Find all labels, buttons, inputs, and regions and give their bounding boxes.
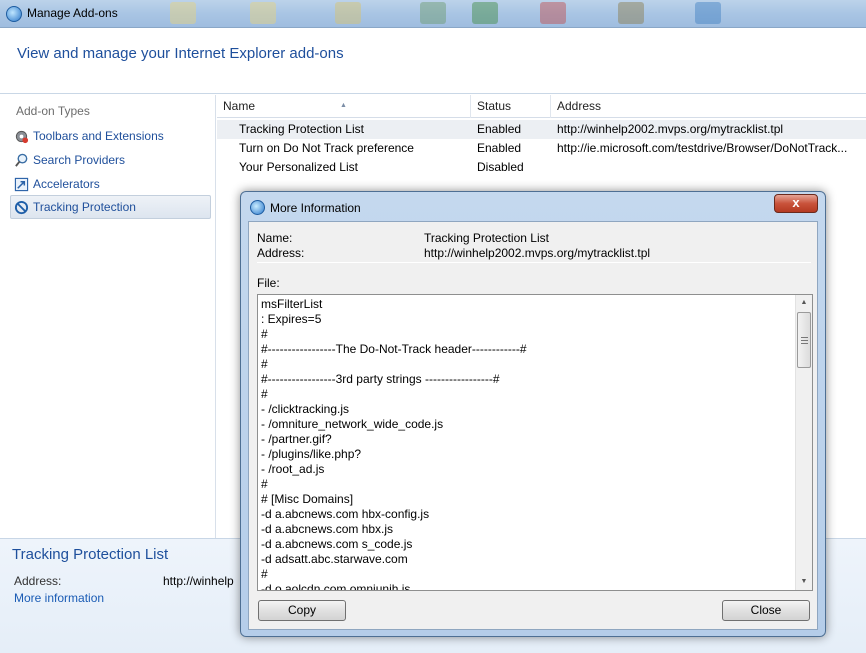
- sidebar-item-label: Toolbars and Extensions: [33, 129, 164, 143]
- sidebar-item-tracking-protection[interactable]: Tracking Protection: [10, 195, 211, 219]
- row-address: http://winhelp2002.mvps.org/mytracklist.…: [557, 122, 784, 136]
- dialog-title: More Information: [270, 201, 361, 215]
- file-line: - /omniture_network_wide_code.js: [261, 417, 444, 431]
- background-app-icon: [540, 2, 566, 24]
- magnifier-icon: [15, 153, 28, 167]
- row-name: Your Personalized List: [239, 160, 358, 174]
- file-line: -d a.abcnews.com hbx-config.js: [261, 507, 430, 521]
- ie-dialog-icon: [250, 200, 265, 215]
- address-label: Address:: [257, 246, 305, 260]
- row-name: Turn on Do Not Track preference: [239, 141, 414, 155]
- close-button[interactable]: Close: [722, 600, 810, 621]
- window-title-bar[interactable]: Manage Add-ons: [0, 0, 866, 28]
- file-contents-textbox[interactable]: msFilterList: Expires=5 # #---------------…: [257, 294, 813, 591]
- details-address-label: Address:: [14, 574, 62, 588]
- close-icon: x: [792, 195, 800, 210]
- table-row[interactable]: Tracking Protection List Enabled http://…: [217, 120, 866, 139]
- column-header-label: Address: [557, 99, 602, 113]
- file-line: # [Misc Domains]: [261, 492, 354, 506]
- background-folder-icon: [250, 2, 276, 24]
- sort-ascending-icon: ▲: [340, 102, 347, 109]
- sidebar-item-label: Accelerators: [33, 177, 100, 191]
- header-band: View and manage your Internet Explorer a…: [0, 28, 866, 94]
- dialog-body: Name: Tracking Protection List Address: …: [248, 221, 818, 630]
- file-line: -d adsatt.abc.starwave.com: [261, 552, 408, 566]
- file-contents-scrollbar[interactable]: ▲ ▼: [795, 295, 812, 590]
- column-header-address[interactable]: Address: [551, 95, 866, 118]
- more-information-dialog: More Information x Name: Tracking Protec…: [240, 191, 826, 637]
- column-header-label: Name: [223, 99, 256, 113]
- address-value: http://winhelp2002.mvps.org/mytracklist.…: [424, 246, 651, 260]
- file-line: #: [261, 357, 268, 371]
- column-header-label: Status: [477, 99, 512, 113]
- file-line: - /partner.gif?: [261, 432, 332, 446]
- file-line: - /root_ad.js: [261, 462, 325, 476]
- background-app-icon: [618, 2, 644, 24]
- file-line: msFilterList: [261, 297, 323, 311]
- background-app-icon: [695, 2, 721, 24]
- file-line: #-----------------The Do-Not-Track heade…: [261, 342, 527, 356]
- file-line: #: [261, 477, 268, 491]
- column-header-name[interactable]: Name ▲: [217, 95, 471, 118]
- window-title: Manage Add-ons: [27, 6, 118, 20]
- column-header-status[interactable]: Status: [471, 95, 551, 118]
- sidebar-item-toolbars[interactable]: Toolbars and Extensions: [10, 124, 211, 148]
- addon-types-sidebar: Add-on Types Toolbars and Extensions Sea…: [0, 95, 216, 538]
- page-title: View and manage your Internet Explorer a…: [17, 45, 344, 62]
- row-status: Enabled: [477, 141, 522, 155]
- sidebar-item-label: Search Providers: [33, 153, 126, 167]
- accelerator-icon: [14, 177, 29, 192]
- more-information-link[interactable]: More information: [14, 591, 104, 605]
- file-contents-text: msFilterList: Expires=5 # #---------------…: [258, 295, 796, 590]
- separator: [257, 262, 811, 263]
- details-address-value: http://winhelp: [163, 574, 234, 588]
- background-app-icon: [472, 2, 498, 24]
- sidebar-item-search-providers[interactable]: Search Providers: [10, 148, 211, 172]
- file-label: File:: [257, 276, 280, 290]
- background-folder-icon: [170, 2, 196, 24]
- background-app-icon: [420, 2, 446, 24]
- gear-icon: [15, 130, 29, 144]
- list-header: Name ▲ Status Address: [217, 95, 866, 118]
- file-line: #: [261, 327, 268, 341]
- scroll-grip: [801, 340, 808, 341]
- scroll-down-arrow-icon[interactable]: ▼: [796, 574, 812, 590]
- sidebar-item-accelerators[interactable]: Accelerators: [10, 172, 211, 196]
- row-address: http://ie.microsoft.com/testdrive/Browse…: [557, 141, 848, 155]
- background-folder-icon: [335, 2, 361, 24]
- file-line: - /plugins/like.php?: [261, 447, 362, 461]
- ie-app-icon: [6, 6, 22, 22]
- file-line: - /clicktracking.js: [261, 402, 350, 416]
- table-row[interactable]: Your Personalized List Disabled: [217, 158, 866, 177]
- name-label: Name:: [257, 231, 293, 245]
- scroll-grip: [801, 337, 808, 338]
- copy-button[interactable]: Copy: [258, 600, 346, 621]
- file-line: : Expires=5: [261, 312, 322, 326]
- file-line: #: [261, 567, 268, 581]
- name-value: Tracking Protection List: [424, 231, 549, 245]
- sidebar-heading: Add-on Types: [16, 104, 90, 118]
- details-title: Tracking Protection List: [12, 546, 169, 563]
- scroll-up-arrow-icon[interactable]: ▲: [796, 295, 812, 311]
- scroll-thumb[interactable]: [797, 312, 811, 368]
- dialog-close-button[interactable]: x: [774, 194, 818, 213]
- row-status: Enabled: [477, 122, 522, 136]
- row-name: Tracking Protection List: [239, 122, 364, 136]
- file-line: -d a.abcnews.com s_code.js: [261, 537, 413, 551]
- file-line: -d a.abcnews.com hbx.js: [261, 522, 394, 536]
- file-line: #-----------------3rd party strings ----…: [261, 372, 500, 386]
- no-sign-icon: [14, 200, 29, 215]
- file-line: #: [261, 387, 268, 401]
- scroll-grip: [801, 343, 808, 344]
- table-row[interactable]: Turn on Do Not Track preference Enabled …: [217, 139, 866, 158]
- sidebar-item-label: Tracking Protection: [33, 200, 136, 214]
- row-status: Disabled: [477, 160, 524, 174]
- file-line: -d o.aolcdn.com omniunih.js: [261, 582, 411, 590]
